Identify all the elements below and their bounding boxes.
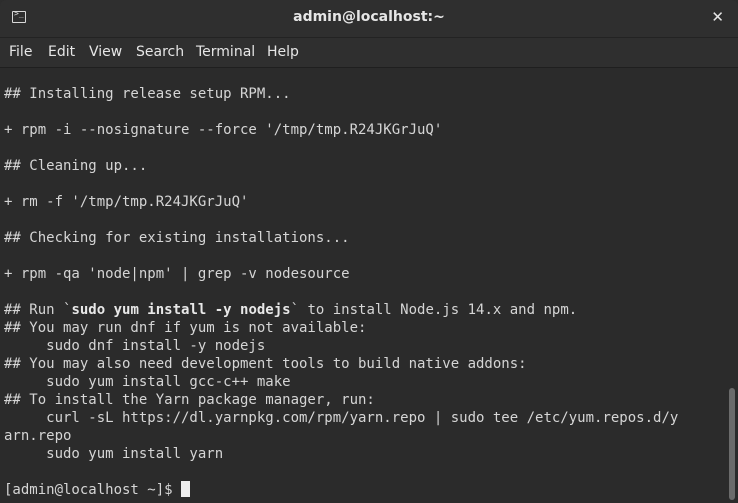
terminal-line: ## Cleaning up... [4,158,148,174]
text-cursor [181,481,191,497]
terminal-line: ## Installing release setup RPM... [4,86,291,102]
terminal-text: ## Run ` [4,302,72,318]
menu-edit[interactable]: Edit [48,44,75,60]
terminal-output[interactable]: ## Installing release setup RPM... + rpm… [0,68,726,503]
shell-prompt: [admin@localhost ~]$ [4,482,182,498]
terminal-line: sudo yum install gcc-c++ make [4,374,291,390]
terminal-line: ## Run `sudo yum install -y nodejs` to i… [4,301,577,319]
prompt-line[interactable]: [admin@localhost ~]$ [4,481,191,499]
menu-terminal[interactable]: Terminal [196,44,255,60]
terminal-line: curl -sL https://dl.yarnpkg.com/rpm/yarn… [4,410,679,426]
terminal-line: sudo dnf install -y nodejs [4,338,266,354]
scrollbar-thumb[interactable] [729,388,735,500]
terminal-line: ## You may also need development tools t… [4,356,527,372]
scrollbar[interactable] [726,68,738,503]
terminal-line: arn.repo [4,428,72,444]
terminal-window: >_ admin@localhost:~ ✕ File Edit View Se… [0,0,738,503]
menu-search[interactable]: Search [136,44,184,60]
terminal-line: + rpm -qa 'node|npm' | grep -v nodesourc… [4,266,350,282]
menu-file[interactable]: File [9,44,32,60]
terminal-line: ## Checking for existing installations..… [4,230,350,246]
terminal-line: ## You may run dnf if yum is not availab… [4,320,367,336]
menu-view[interactable]: View [89,44,122,60]
terminal-text: ` to install Node.js 14.x and npm. [290,302,578,318]
terminal-bold-command: sudo yum install -y nodejs [71,302,291,318]
terminal-line: + rm -f '/tmp/tmp.R24JKGrJuQ' [4,194,249,210]
menu-bar: File Edit View Search Terminal Help [0,38,738,68]
terminal-line: ## To install the Yarn package manager, … [4,392,375,408]
terminal-line: sudo yum install yarn [4,446,224,462]
menu-help[interactable]: Help [267,44,299,60]
close-icon[interactable]: ✕ [711,8,724,26]
terminal-line: + rpm -i --nosignature --force '/tmp/tmp… [4,122,443,138]
window-title: admin@localhost:~ [293,9,445,25]
title-bar[interactable]: >_ admin@localhost:~ ✕ [0,0,738,38]
